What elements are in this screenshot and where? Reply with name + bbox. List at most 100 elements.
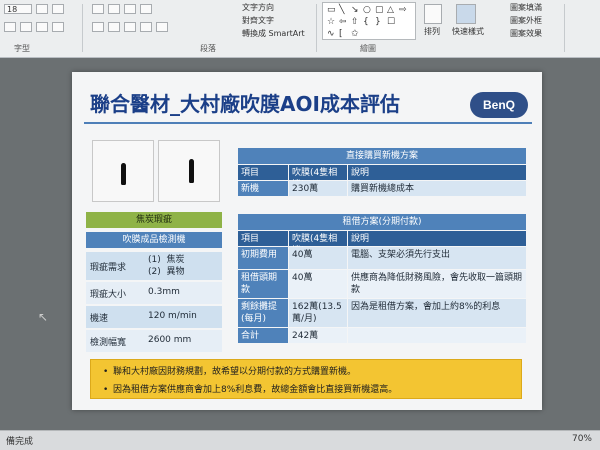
note-item: • 聯和大村廠因財務規劃，故希望以分期付款的方式購置新機。 [103,364,356,377]
table-cell: 40萬 [289,270,347,298]
buy-table-title: 直接購買新機方案 [238,148,526,164]
ribbon-divider [316,4,317,52]
spec-value: 120 m/min [148,311,197,321]
decrease-indent-button[interactable] [124,4,136,14]
bracket-shape-icon[interactable]: [ [339,29,343,39]
table-cell: 電腦、支架必須先行支出 [348,247,526,269]
star-shape-icon[interactable]: ☆ [327,17,335,27]
column-header: 說明 [348,165,526,180]
convert-smartart-button[interactable]: 轉換成 SmartArt [242,28,305,39]
defect-mark [189,159,194,183]
arrow-shape-icon[interactable]: ↘ [351,5,359,15]
callout-shape-icon[interactable]: ☐ [387,17,395,27]
paragraph-group-label: 段落 [200,44,216,53]
font-group-label: 字型 [14,44,30,53]
right-arrow-shape-icon[interactable]: ⇨ [399,5,407,15]
shape-effects-button[interactable]: 圖案效果 [510,28,542,39]
rounded-rect-shape-icon[interactable]: ▢ [375,5,384,15]
bullet-icon: • [103,385,109,395]
title-divider [84,122,532,124]
quick-styles-icon[interactable] [456,4,476,24]
table-cell: 因為是租借方案，會加上約8%的利息 [348,299,526,327]
font-size-box[interactable]: 18 [4,4,32,14]
bullet-icon: • [103,367,109,377]
spec-value: 2600 mm [148,335,192,345]
slide[interactable]: 聯合醫材_大村廠吹膜AOI成本評估 BenQ 焦炭瑕疵 吹膜成品檢測機 瑕疵需求… [72,72,542,410]
arrange-icon[interactable] [424,4,442,24]
table-cell: 合計 [238,328,288,343]
status-bar: 備完成 70% [0,430,600,450]
arrange-button[interactable]: 排列 [424,26,440,37]
note-text: 聯和大村廠因財務規劃，故希望以分期付款的方式購置新機。 [113,367,357,377]
table-cell: 購買新機總成本 [348,181,526,196]
note-text: 因為租借方案供應商會加上8%利息費，故總金額會比直接買新機還高。 [113,385,398,395]
rectangle-shape-icon[interactable]: ▭ [327,5,336,15]
text-direction-button[interactable]: 文字方向 [242,2,274,13]
triangle-shape-icon[interactable]: △ [387,5,394,15]
oval-shape-icon[interactable]: ○ [363,5,371,15]
spec-label: 瑕疵大小 [90,290,127,300]
table-row: 檢測幅寬 2600 mm [86,330,222,352]
spec-label: 機速 [90,314,109,324]
increase-indent-button[interactable] [140,4,152,14]
spec-value: 0.3mm [148,287,180,297]
shape-fill-button[interactable]: 圖案填滿 [510,2,542,13]
lease-table-title: 租借方案(分期付款) [238,214,526,230]
left-arrow-shape-icon[interactable]: ⇦ [339,17,347,27]
columns-button[interactable] [156,22,168,32]
bold-button[interactable] [4,22,16,32]
defect-type-header: 焦炭瑕疵 [86,212,222,228]
ribbon-divider [564,4,565,52]
table-cell: 初期費用 [238,247,288,269]
numbering-button[interactable] [108,4,120,14]
align-right-button[interactable] [124,22,136,32]
spec-label: 瑕疵需求 [90,263,127,273]
column-header: 吹膜(4隻相機) [289,165,347,190]
ribbon-divider [82,4,83,52]
note-item: • 因為租借方案供應商會加上8%利息費，故總金額會比直接買新機還高。 [103,382,397,395]
strikethrough-button[interactable] [52,22,64,32]
mouse-cursor-icon: ↖ [38,310,49,324]
spec-value: (1) 焦炭 (2) 異物 [148,255,185,277]
defect-mark [121,163,126,185]
column-header: 項目 [238,231,288,246]
brace-shape-icon[interactable]: { [363,17,369,27]
align-center-button[interactable] [108,22,120,32]
defect-photo [92,140,154,202]
bullets-button[interactable] [92,4,104,14]
grow-font-button[interactable] [36,4,48,14]
inspection-machine-header: 吹膜成品檢測機 [86,232,222,248]
shrink-font-button[interactable] [52,4,64,14]
table-cell: 242萬 [289,328,347,343]
font-size-value: 18 [7,5,18,14]
table-cell: 剩餘攤提(每月) [238,299,288,327]
table-cell: 供應商為降低財務風險，會先收取一篇頭期款 [348,270,526,298]
align-left-button[interactable] [92,22,104,32]
column-header: 項目 [238,165,288,180]
zoom-level[interactable]: 70% [572,434,592,444]
table-cell [348,328,526,343]
defect-photo [158,140,220,202]
star-shape-icon[interactable]: ✩ [351,29,359,39]
notes-box: • 聯和大村廠因財務規劃，故希望以分期付款的方式購置新機。 • 因為租借方案供應商會… [90,359,522,399]
justify-button[interactable] [140,22,152,32]
quick-styles-button[interactable]: 快速樣式 [452,26,484,37]
line-shape-icon[interactable]: ╲ [339,5,344,15]
shapes-gallery[interactable]: ▭ ╲ ↘ ○ ▢ △ ⇨ ☆ ⇦ ⇧ { } ☐ ∿ [ ✩ [322,2,416,40]
column-header: 吹膜(4隻相機) [289,231,347,256]
italic-button[interactable] [20,22,32,32]
underline-button[interactable] [36,22,48,32]
benq-logo: BenQ [470,92,528,118]
table-cell: 租借頭期款 [238,270,288,298]
up-arrow-shape-icon[interactable]: ⇧ [351,17,359,27]
slide-title[interactable]: 聯合醫材_大村廠吹膜AOI成本評估 [90,88,400,117]
brace-shape-icon[interactable]: } [375,17,381,27]
ribbon: 18 字型 文字方向 對齊文字 轉換成 SmartArt 段落 ▭ ╲ ↘ ○ … [0,0,600,58]
align-text-button[interactable]: 對齊文字 [242,15,274,26]
curve-shape-icon[interactable]: ∿ [327,29,335,39]
table-cell: 新機 [238,181,288,196]
table-cell: 162萬(13.5萬/月) [289,299,347,327]
shape-outline-button[interactable]: 圖案外框 [510,15,542,26]
status-text: 備完成 [6,437,34,447]
table-cell: 230萬 [289,181,347,196]
